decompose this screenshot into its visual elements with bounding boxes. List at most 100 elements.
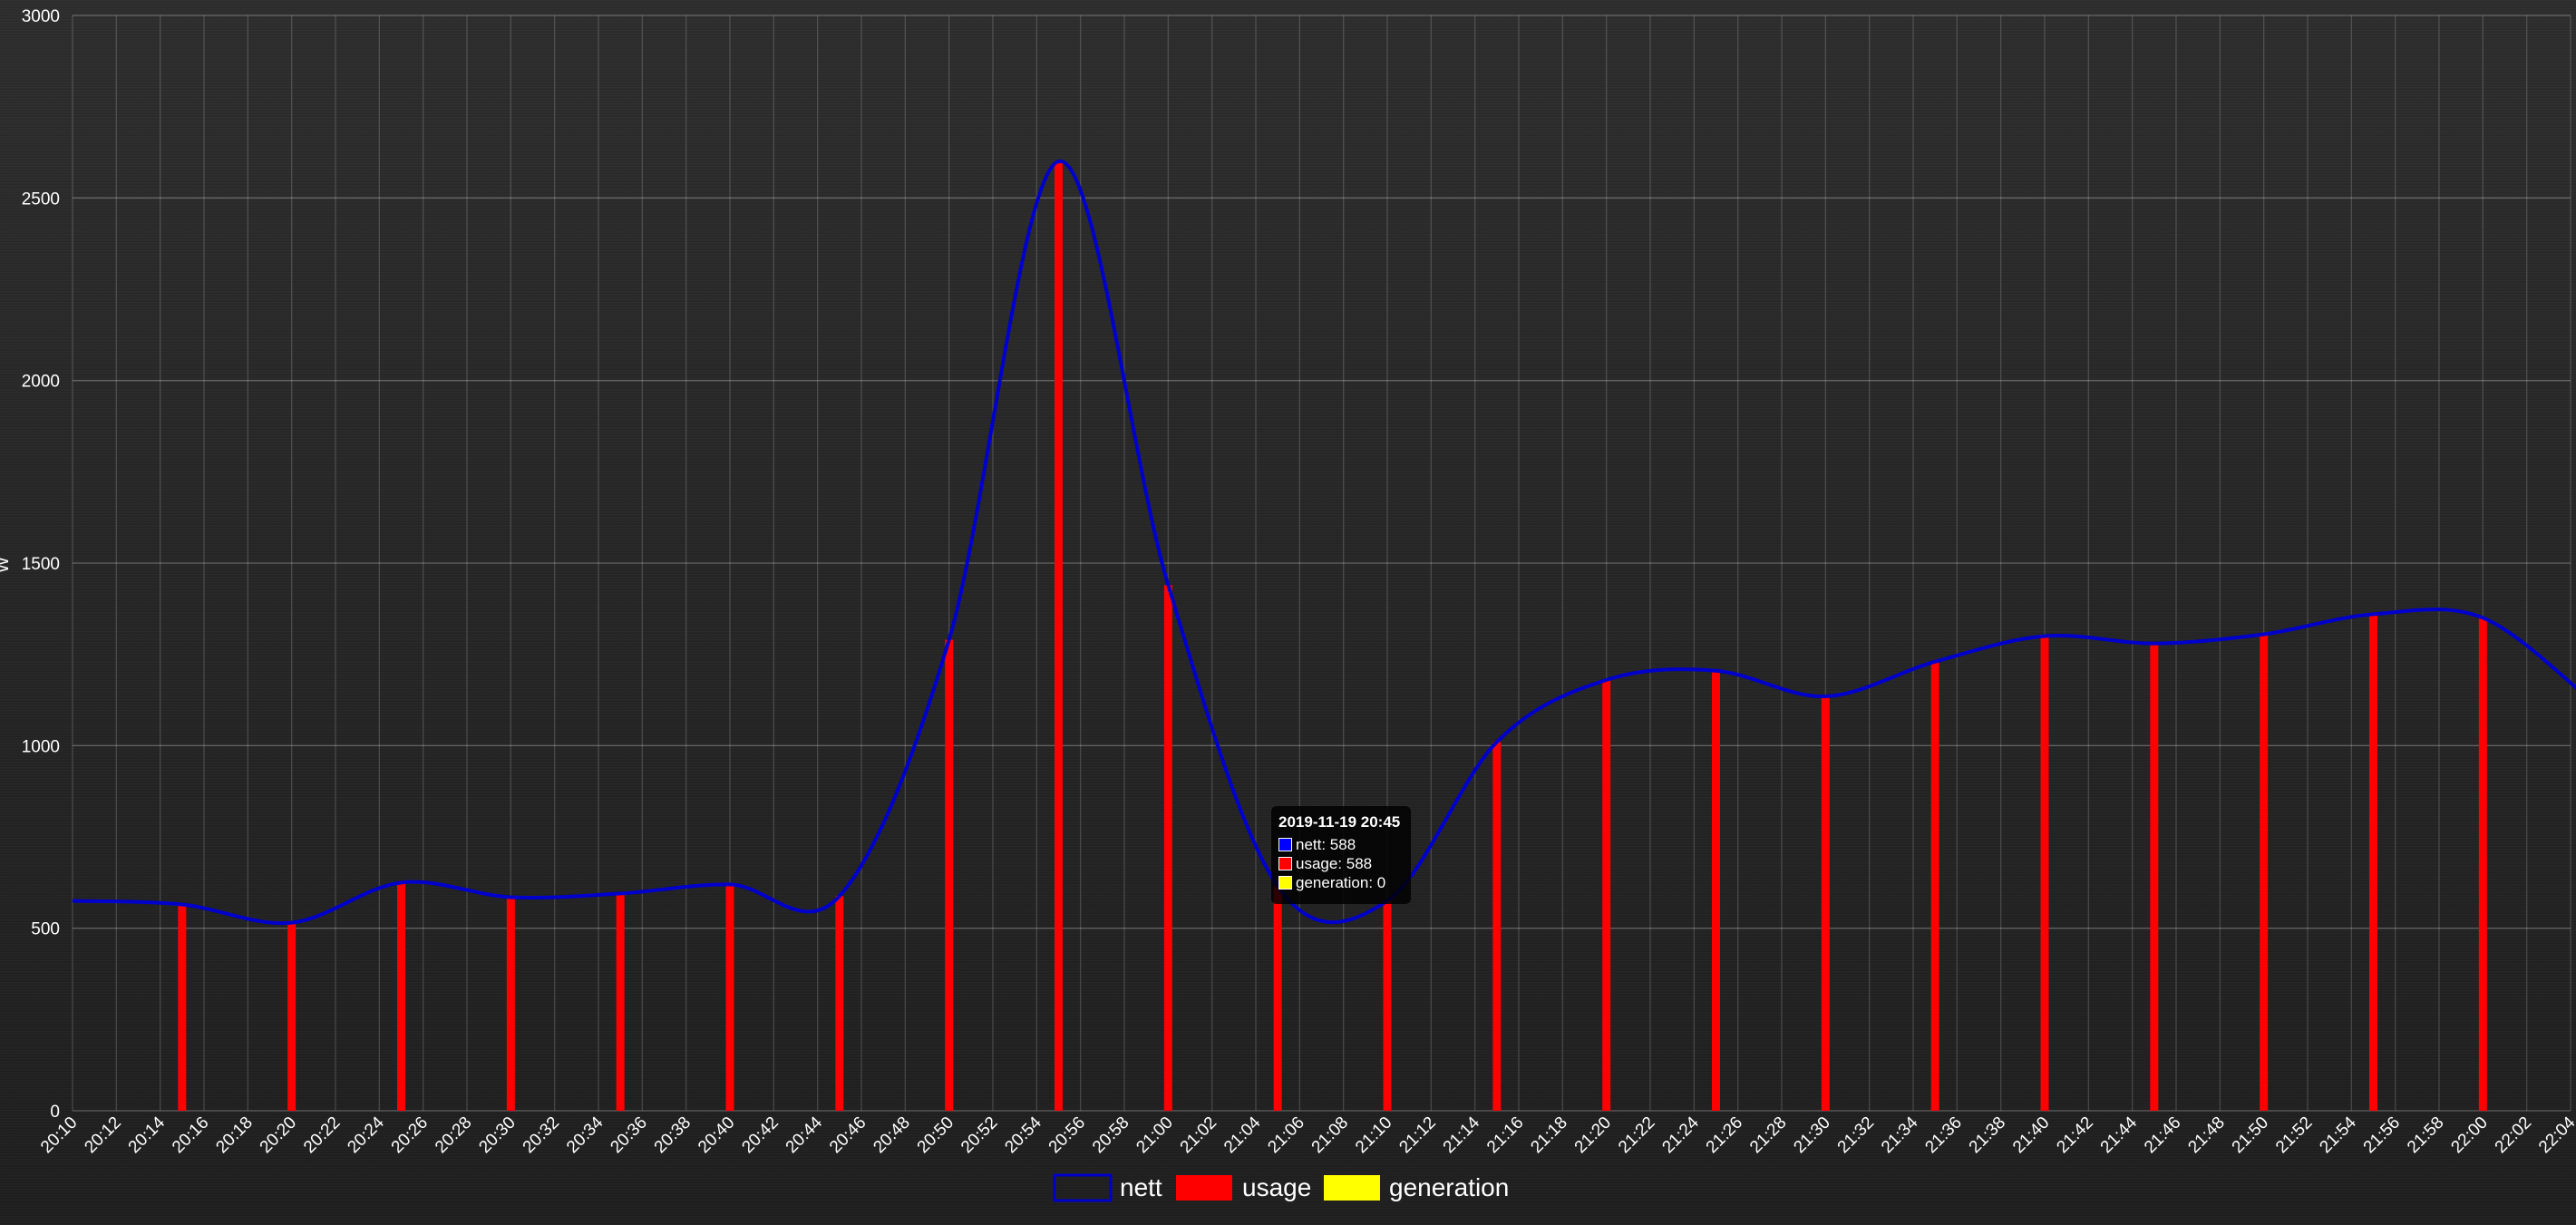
x-tick-label: 20:28 <box>432 1113 475 1157</box>
x-tick-label: 20:36 <box>607 1113 650 1157</box>
x-tick-label: 20:54 <box>1001 1113 1045 1157</box>
x-tick-label: 20:40 <box>695 1113 738 1157</box>
legend: nett usage generation <box>1053 1173 1509 1202</box>
x-tick-label: 21:58 <box>2404 1113 2447 1157</box>
generation-swatch <box>1278 876 1292 890</box>
x-axis: 20:10 20:12 20:14 20:16 20:18 20:20 20:22 20:24… <box>37 1113 2576 1157</box>
x-tick-label: 20:52 <box>957 1113 1001 1157</box>
tooltip-nett-text: nett: 588 <box>1296 835 1356 853</box>
x-tick-label: 21:34 <box>1878 1113 1922 1157</box>
usage-bar[interactable] <box>287 922 296 1111</box>
x-tick-label: 20:14 <box>125 1113 170 1157</box>
x-tick-label: 21:18 <box>1527 1113 1570 1157</box>
usage-bar[interactable] <box>1712 670 1720 1111</box>
y-tick-label: 0 <box>50 1103 60 1122</box>
tooltip-row-nett: nett: 588 <box>1278 835 1404 854</box>
x-tick-label: 21:30 <box>1790 1113 1833 1157</box>
x-tick-label: 21:28 <box>1746 1113 1790 1157</box>
x-tick-label: 20:12 <box>81 1113 124 1157</box>
usage-bar[interactable] <box>1602 679 1611 1111</box>
x-tick-label: 21:44 <box>2097 1113 2142 1157</box>
x-tick-label: 21:40 <box>2009 1113 2053 1157</box>
x-tick-label: 20:18 <box>212 1113 256 1157</box>
x-tick-label: 20:42 <box>738 1113 782 1157</box>
x-tick-label: 22:02 <box>2492 1113 2535 1157</box>
tooltip-generation-text: generation: 0 <box>1296 873 1386 891</box>
usage-swatch <box>1278 857 1292 870</box>
x-tick-label: 20:24 <box>344 1113 388 1157</box>
nett-swatch <box>1278 838 1292 851</box>
x-tick-label: 20:48 <box>870 1113 913 1157</box>
usage-bar[interactable] <box>945 639 954 1111</box>
legend-swatch-nett[interactable] <box>1053 1173 1113 1202</box>
y-axis-label: W <box>0 557 13 573</box>
x-tick-label: 21:32 <box>1834 1113 1878 1157</box>
x-tick-label: 21:36 <box>1921 1113 1965 1157</box>
x-tick-label: 21:00 <box>1132 1113 1176 1157</box>
usage-bar[interactable] <box>1055 161 1063 1112</box>
x-tick-label: 20:30 <box>475 1113 519 1157</box>
x-tick-label: 21:04 <box>1220 1113 1265 1157</box>
x-tick-label: 21:24 <box>1658 1113 1703 1157</box>
x-tick-label: 20:44 <box>783 1113 827 1157</box>
legend-label-nett[interactable]: nett <box>1120 1173 1162 1201</box>
x-tick-label: 20:20 <box>257 1113 300 1157</box>
x-tick-label: 21:52 <box>2272 1113 2316 1157</box>
x-tick-label: 21:16 <box>1483 1113 1527 1157</box>
x-tick-label: 21:56 <box>2360 1113 2404 1157</box>
y-axis: 0 500 1000 1500 2000 2500 3000 <box>22 7 60 1122</box>
y-tick-label: 2000 <box>22 373 60 392</box>
x-tick-label: 21:12 <box>1395 1113 1439 1157</box>
usage-bar[interactable] <box>616 893 625 1111</box>
x-tick-label: 21:54 <box>2316 1113 2360 1157</box>
y-tick-label: 3000 <box>22 7 60 26</box>
tooltip-row-usage: usage: 588 <box>1278 854 1404 873</box>
usage-bar[interactable] <box>506 897 515 1111</box>
usage-bar[interactable] <box>2478 617 2487 1111</box>
tooltip-row-generation: generation: 0 <box>1278 873 1404 892</box>
y-tick-label: 2500 <box>22 190 60 209</box>
x-tick-label: 20:32 <box>520 1113 563 1157</box>
x-tick-label: 20:58 <box>1089 1113 1132 1157</box>
x-tick-label: 20:26 <box>388 1113 432 1157</box>
x-tick-label: 20:50 <box>914 1113 957 1157</box>
x-tick-label: 21:14 <box>1440 1113 1484 1157</box>
usage-bar[interactable] <box>2040 636 2049 1111</box>
usage-bar[interactable] <box>178 904 187 1111</box>
usage-bar[interactable] <box>397 882 405 1111</box>
legend-label-generation[interactable]: generation <box>1389 1173 1509 1201</box>
x-tick-label: 21:20 <box>1571 1113 1615 1157</box>
x-tick-label: 20:56 <box>1045 1113 1089 1157</box>
legend-swatch-usage[interactable] <box>1176 1175 1232 1201</box>
x-tick-label: 22:04 <box>2535 1113 2576 1157</box>
x-tick-label: 21:26 <box>1703 1113 1746 1157</box>
tooltip: 2019-11-19 20:45 nett: 588 usage: 588 ge… <box>1271 806 1411 904</box>
x-tick-label: 21:10 <box>1352 1113 1395 1157</box>
usage-bar[interactable] <box>2260 634 2269 1111</box>
x-tick-label: 21:22 <box>1615 1113 1658 1157</box>
y-tick-label: 1000 <box>22 737 60 756</box>
usage-bar[interactable] <box>1930 661 1939 1111</box>
x-tick-label: 21:08 <box>1308 1113 1352 1157</box>
x-tick-label: 20:22 <box>300 1113 344 1157</box>
x-tick-label: 21:48 <box>2184 1113 2228 1157</box>
legend-swatch-generation[interactable] <box>1324 1175 1380 1201</box>
tooltip-title: 2019-11-19 20:45 <box>1278 813 1401 831</box>
usage-bar[interactable] <box>725 884 734 1111</box>
y-tick-label: 1500 <box>22 555 60 574</box>
x-tick-label: 22:00 <box>2447 1113 2491 1157</box>
usage-bar[interactable] <box>2369 614 2377 1111</box>
usage-bar[interactable] <box>2150 643 2159 1111</box>
tooltip-usage-text: usage: 588 <box>1296 854 1373 872</box>
usage-bar[interactable] <box>835 896 844 1111</box>
legend-label-usage[interactable]: usage <box>1242 1173 1311 1201</box>
power-chart: 0 500 1000 1500 2000 2500 3000 20:10 20:12 20:14… <box>0 7 2576 1202</box>
usage-bar[interactable] <box>1163 585 1172 1111</box>
y-tick-label: 500 <box>31 920 60 939</box>
x-tick-label: 21:46 <box>2141 1113 2184 1157</box>
grid <box>72 15 2571 1112</box>
usage-bar[interactable] <box>1273 886 1282 1111</box>
usage-bar[interactable] <box>1821 695 1830 1111</box>
usage-bar[interactable] <box>1492 742 1502 1111</box>
usage-bar[interactable] <box>1383 900 1392 1111</box>
